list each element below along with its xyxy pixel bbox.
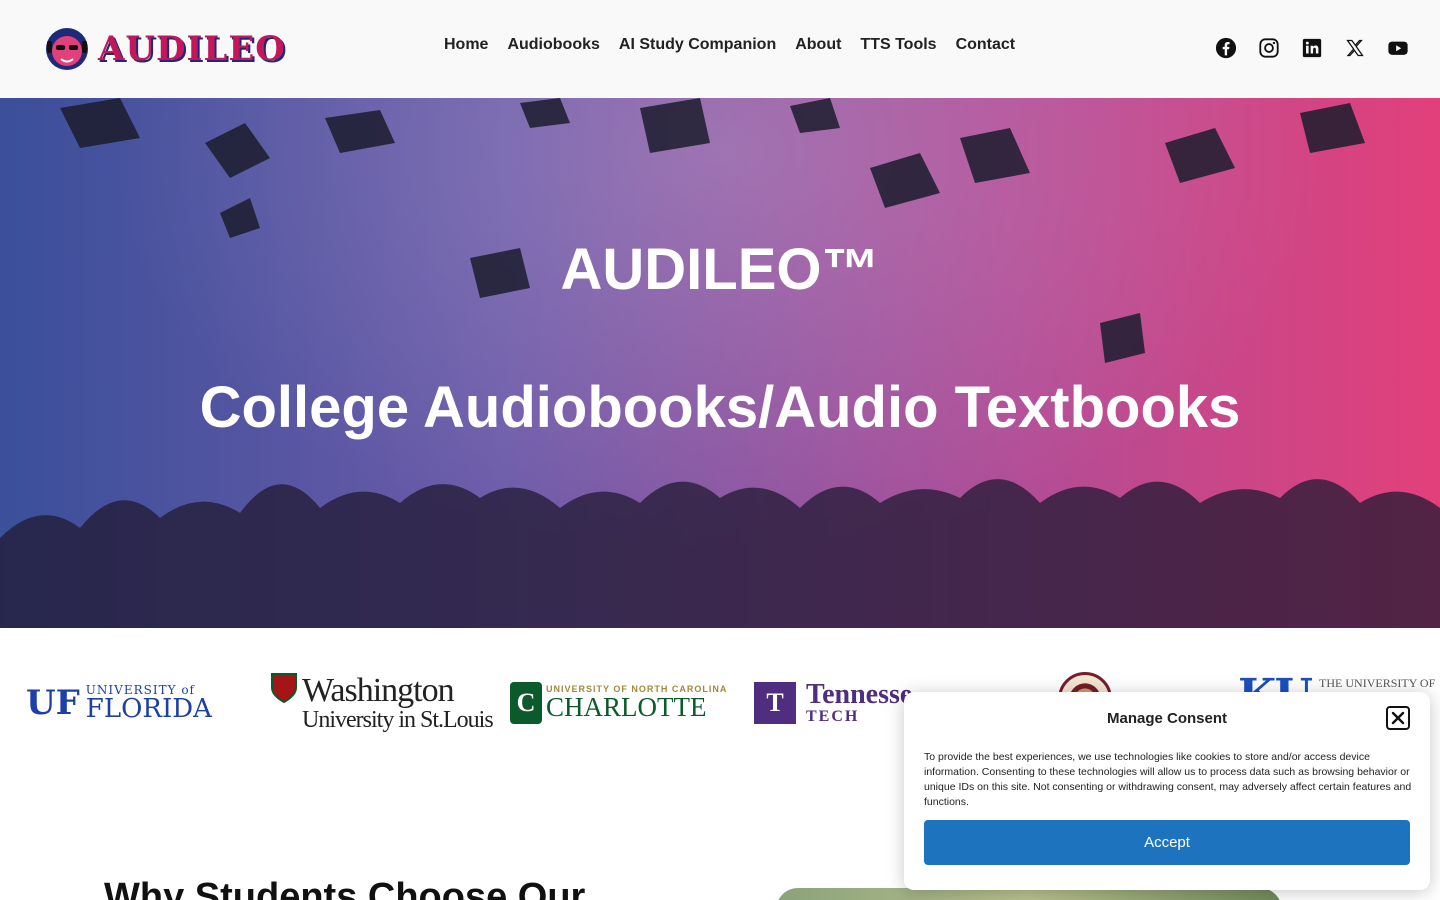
- graduates-crowd-illustration: [0, 479, 1440, 628]
- close-consent-button[interactable]: [1386, 706, 1410, 730]
- site-logo[interactable]: AUDILEO: [44, 22, 286, 76]
- cookie-consent-dialog: Manage Consent To provide the best exper…: [904, 692, 1430, 890]
- logo-washington-university: Washington University in St.Louis: [270, 668, 494, 738]
- nav-contact[interactable]: Contact: [956, 36, 1016, 54]
- nav-tts-tools[interactable]: TTS Tools: [860, 36, 936, 54]
- tennessee-tech-mark-icon: T: [754, 682, 796, 724]
- logo-university-of-florida: UF UNIVERSITY of FLORIDA: [26, 683, 212, 724]
- nav-ai-study-companion[interactable]: AI Study Companion: [619, 36, 776, 54]
- consent-description: To provide the best experiences, we use …: [924, 751, 1412, 808]
- site-header: AUDILEO Home Audiobooks AI Study Compani…: [0, 0, 1440, 98]
- youtube-icon[interactable]: [1386, 36, 1410, 60]
- shield-icon: [271, 673, 297, 704]
- charlotte-mark-icon: C: [510, 682, 542, 724]
- hero-banner: AUDILEO™ College Audiobooks/Audio Textbo…: [0, 98, 1440, 628]
- close-icon: [1391, 711, 1405, 725]
- nav-audiobooks[interactable]: Audiobooks: [507, 36, 599, 54]
- logo-wordmark: AUDILEO: [98, 29, 286, 69]
- consent-title: Manage Consent: [1106, 710, 1227, 727]
- hero-title: AUDILEO™: [560, 237, 880, 302]
- x-icon[interactable]: [1343, 36, 1367, 60]
- lion-logo-icon: [46, 28, 88, 70]
- logo-unc-charlotte: C UNIVERSITY OF NORTH CAROLINA CHARLOTTE: [510, 668, 727, 738]
- logo-tennessee-tech: T Tennesse TECH: [754, 668, 912, 738]
- social-links: [1195, 36, 1410, 60]
- main-nav: Home Audiobooks AI Study Companion About…: [444, 36, 1034, 54]
- instagram-icon[interactable]: [1257, 36, 1281, 60]
- linkedin-icon[interactable]: [1300, 36, 1324, 60]
- hero-subtitle: College Audiobooks/Audio Textbooks: [199, 375, 1241, 440]
- accept-button[interactable]: Accept: [924, 820, 1410, 865]
- facebook-icon[interactable]: [1214, 36, 1238, 60]
- nav-home[interactable]: Home: [444, 36, 488, 54]
- section-title: Why Students Choose Our: [104, 876, 586, 900]
- nav-about[interactable]: About: [795, 36, 841, 54]
